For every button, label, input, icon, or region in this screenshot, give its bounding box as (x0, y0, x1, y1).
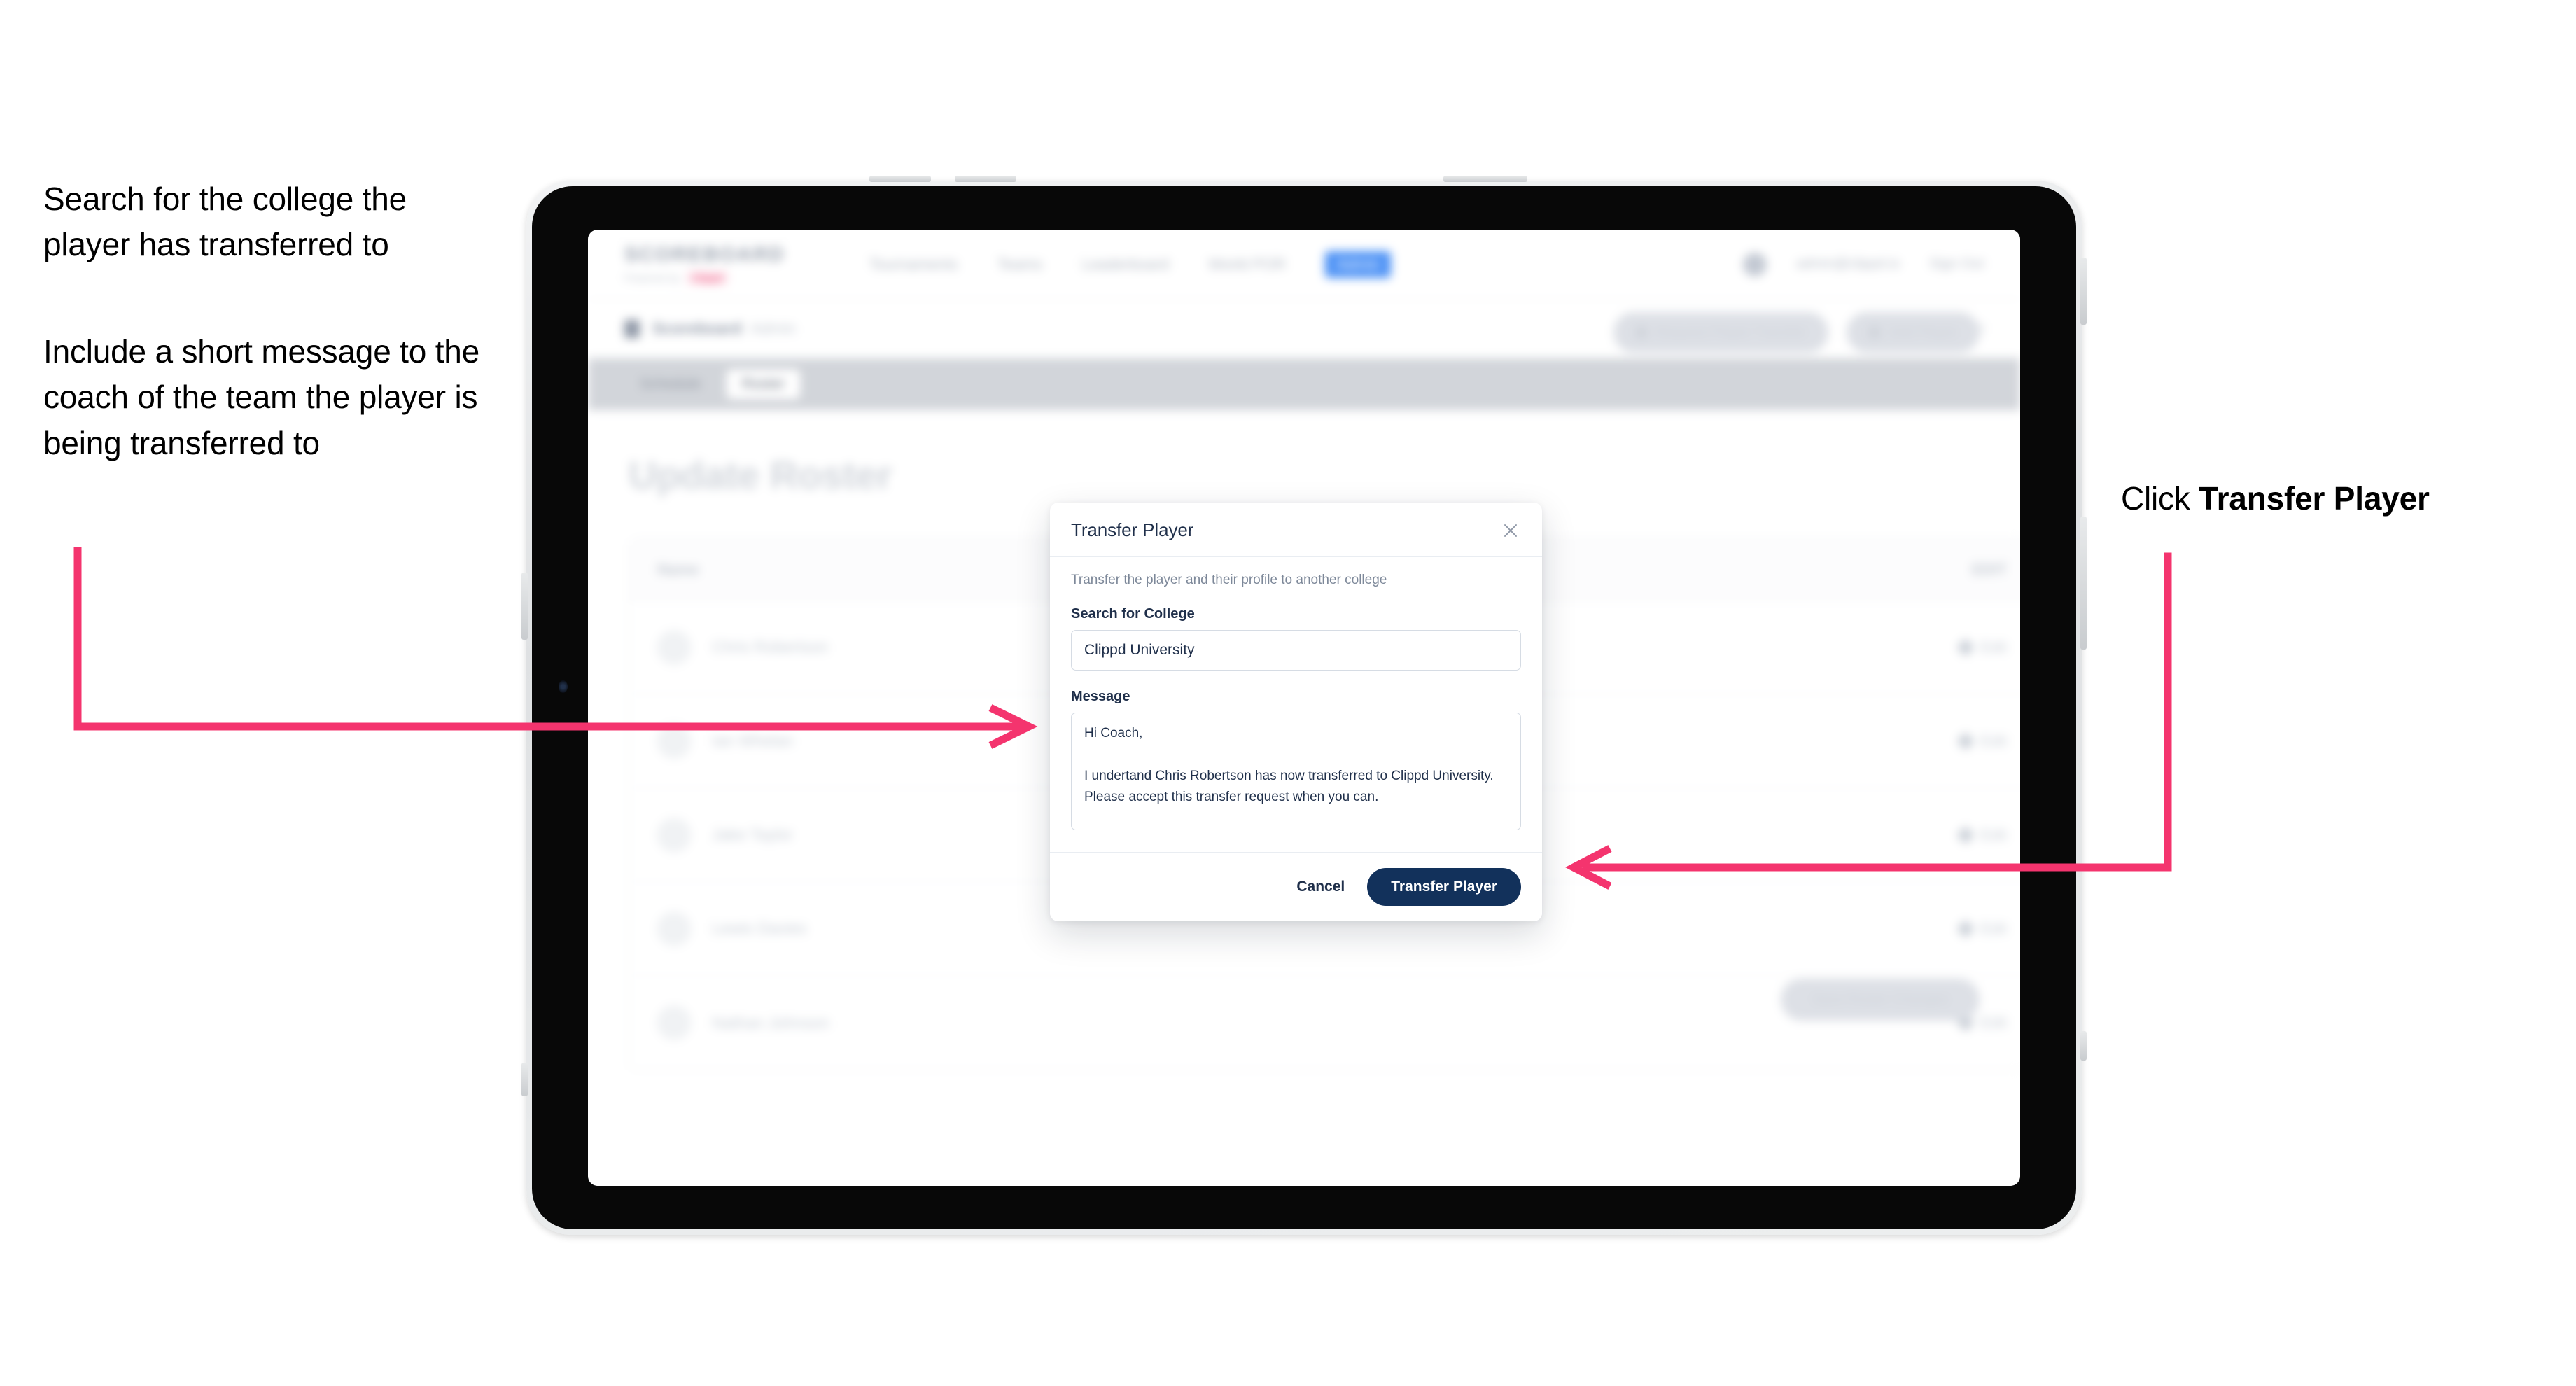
page-title: Update Roster (629, 453, 892, 497)
nav-item-leaderboard[interactable]: Leaderboard (1082, 255, 1169, 274)
cancel-button[interactable]: Cancel (1292, 873, 1349, 901)
front-camera-icon (559, 680, 568, 693)
avatar[interactable] (1743, 252, 1768, 276)
volume-up-button[interactable] (869, 176, 931, 182)
pencil-icon (1956, 638, 1975, 657)
edit-player-link[interactable]: Edit (1956, 638, 2007, 657)
screenshot-stage: Search for the college the player has tr… (0, 0, 2576, 1386)
app-logo-brand: Clippd (686, 271, 729, 285)
search-for-college-input[interactable] (1071, 630, 1521, 671)
message-field-label: Message (1071, 689, 1130, 704)
save-roster-changes-button[interactable]: Save Roster Changes (1781, 979, 1980, 1021)
avatar (657, 911, 691, 946)
transfer-player-modal: Transfer Player Transfer the player and … (1050, 503, 1542, 921)
nav-item-admin[interactable]: Admin (1325, 251, 1392, 278)
app-logo-subline: Powered by Clippd (624, 271, 785, 285)
edit-player-link[interactable]: Edit (1956, 732, 2007, 750)
app-top-navigation: SCOREBOARD Powered by Clippd Tournaments… (588, 230, 2020, 300)
side-accent-right-2 (2080, 517, 2087, 650)
annotation-search-college: Search for the college the player has tr… (43, 181, 407, 263)
side-accent-right-3 (2080, 1031, 2087, 1060)
edit-label: Edit (1980, 732, 2007, 750)
avatar (657, 1006, 691, 1040)
transfer-icon (1635, 327, 1647, 338)
close-icon[interactable] (1500, 520, 1521, 541)
edit-label: Edit (1980, 1014, 2007, 1031)
column-header-edit: EDIT (1971, 560, 2007, 578)
nav-item-world-por[interactable]: World POR (1208, 255, 1286, 274)
sign-out-link[interactable]: Sign Out (1929, 256, 1984, 272)
player-name: Jake Taylor (712, 825, 793, 844)
power-button[interactable] (1443, 176, 1527, 182)
nav-item-tournaments[interactable]: Tournaments (869, 255, 958, 274)
breadcrumb-sub: Admin (750, 319, 797, 337)
college-field-label: Search for College (1071, 606, 1195, 622)
request-player-transfer-button[interactable]: Request Player Transfer (1613, 312, 1829, 353)
modal-description: Transfer the player and their profile to… (1071, 573, 1387, 587)
player-name: Ian Whelan (712, 732, 794, 750)
breadcrumb-main[interactable]: Scoreboard (652, 319, 742, 338)
side-accent-left-1 (522, 573, 528, 640)
tab-schedule[interactable]: Schedule (624, 370, 717, 399)
app-tab-bar: Schedule Roster (588, 358, 2020, 410)
pencil-icon (1956, 825, 1975, 844)
player-name: Chris Robertson (712, 638, 829, 656)
edit-player-link[interactable]: Edit (1956, 919, 2007, 938)
modal-header: Transfer Player (1050, 503, 1542, 557)
annotation-include-message: Include a short message to the coach of … (43, 333, 480, 461)
bottom-action-area: Save Roster Changes (1781, 979, 1980, 1021)
annotation-click-prefix: Click (2121, 480, 2199, 517)
app-logo-wordmark: SCOREBOARD (624, 244, 785, 266)
side-accent-left-2 (522, 1063, 528, 1096)
avatar (657, 818, 691, 852)
annotation-click-bold: Transfer Player (2199, 480, 2430, 517)
nav-item-teams[interactable]: Teams (997, 255, 1043, 274)
player-name: Lewis Davies (712, 919, 807, 937)
add-player-label: Add Player (1889, 324, 1957, 340)
page-actions: Request Player Transfer Add Player (1613, 312, 1980, 353)
pencil-icon (1956, 732, 1975, 750)
avatar (657, 724, 691, 758)
modal-footer: Cancel Transfer Player (1050, 852, 1542, 921)
app-nav-items: Tournaments Teams Leaderboard World POR … (869, 251, 1392, 278)
app-nav-right: admin@clippd.io Sign Out (1743, 252, 1984, 276)
scoreboard-icon (624, 319, 640, 338)
app-logo-powered-by: Powered by (624, 272, 680, 284)
player-name: Nathan Johnson (712, 1013, 830, 1032)
edit-label: Edit (1980, 638, 2007, 656)
user-email: admin@clippd.io (1796, 256, 1900, 272)
add-player-button[interactable]: Add Player (1847, 312, 1980, 353)
annotation-click-transfer-player: Click Transfer Player (2121, 476, 2555, 522)
request-player-transfer-label: Request Player Transfer (1655, 324, 1807, 340)
side-accent-right-1 (2080, 258, 2087, 325)
app-logo[interactable]: SCOREBOARD Powered by Clippd (624, 244, 785, 285)
column-header-name: Name (657, 560, 699, 578)
message-textarea[interactable] (1071, 713, 1521, 830)
edit-player-link[interactable]: Edit (1956, 825, 2007, 844)
avatar (657, 630, 691, 664)
tab-roster[interactable]: Roster (726, 370, 801, 399)
message-field-wrapper: Message (1071, 689, 1521, 834)
plus-icon (1869, 327, 1881, 338)
edit-label: Edit (1980, 825, 2007, 844)
modal-title: Transfer Player (1071, 519, 1194, 540)
modal-body: Transfer the player and their profile to… (1050, 557, 1542, 852)
volume-down-button[interactable] (955, 176, 1016, 182)
transfer-player-button[interactable]: Transfer Player (1367, 868, 1521, 906)
edit-label: Edit (1980, 919, 2007, 937)
pencil-icon (1956, 919, 1975, 938)
